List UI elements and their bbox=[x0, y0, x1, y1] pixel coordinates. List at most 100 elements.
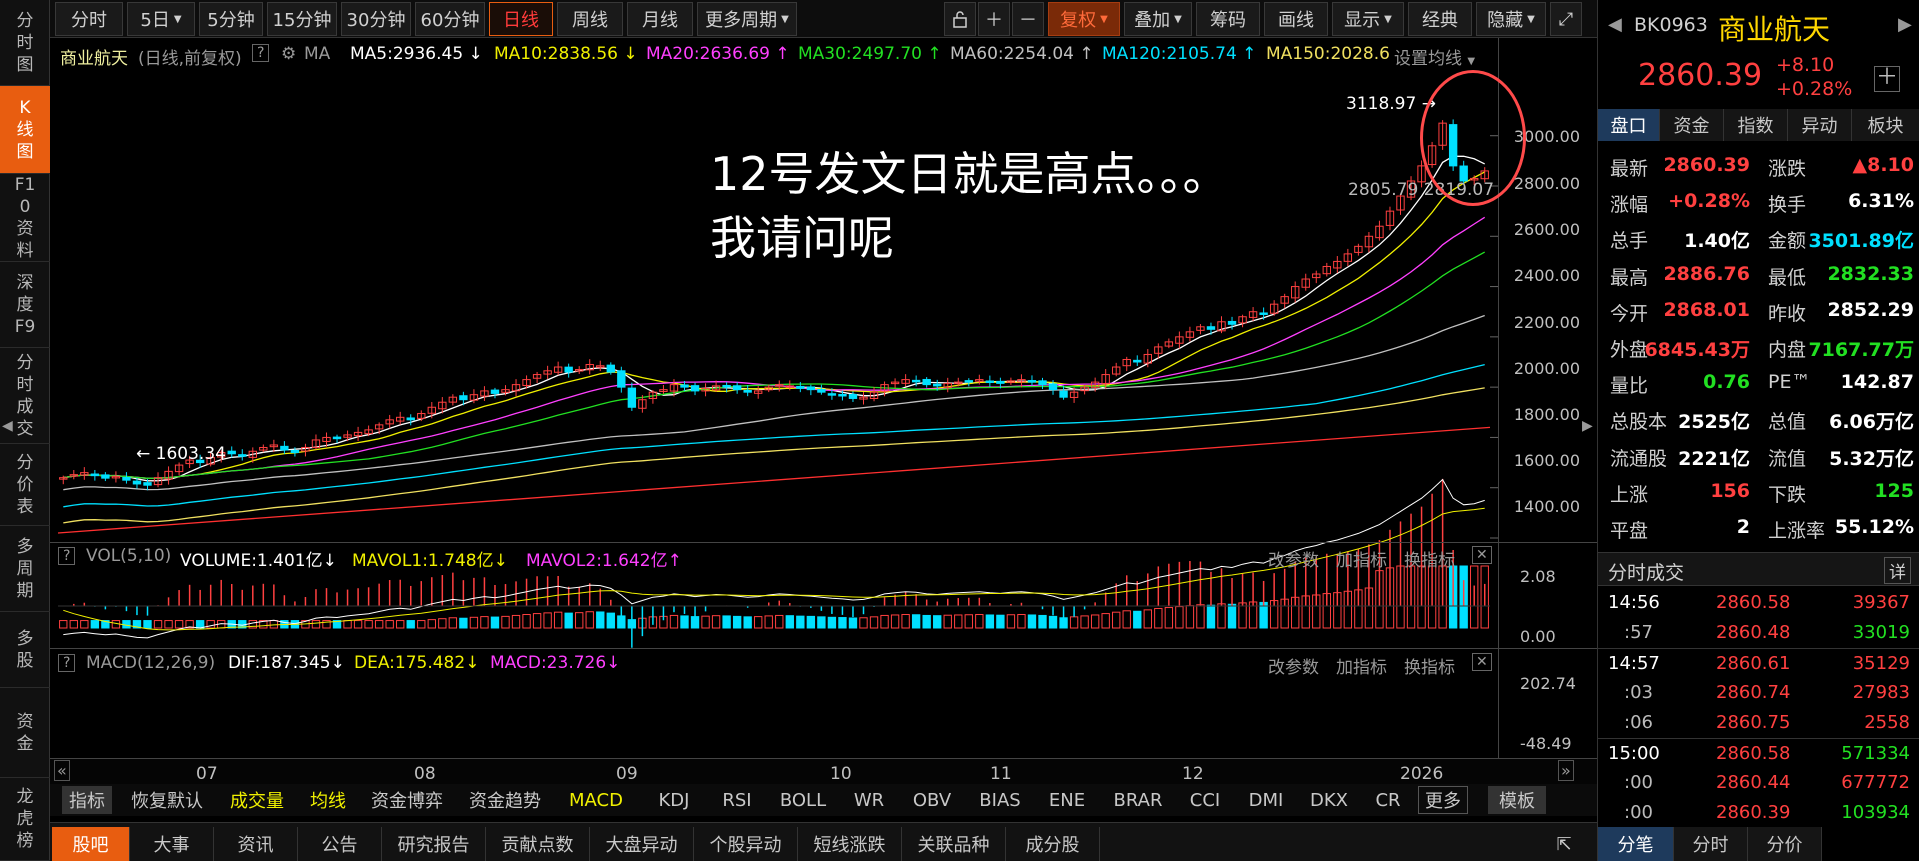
macd-add-indicator-button[interactable]: 加指标 bbox=[1336, 653, 1387, 678]
volume-bar bbox=[195, 620, 205, 629]
indicator-wr[interactable]: WR bbox=[844, 786, 894, 814]
indicator-tab-label[interactable]: 指标 bbox=[62, 786, 112, 814]
period-5day[interactable]: 5日 ▼ bbox=[127, 2, 195, 36]
right-bottom-tab-fenjia[interactable]: 分价 bbox=[1748, 827, 1822, 861]
vol-param-button[interactable]: 改参数 bbox=[1268, 546, 1319, 571]
indicator-dmi[interactable]: DMI bbox=[1240, 786, 1292, 814]
tab-fenshi[interactable]: 分时图 bbox=[0, 0, 50, 86]
bottom-tab-announcements[interactable]: 公告 bbox=[298, 827, 382, 861]
quote-label: 今开 bbox=[1610, 302, 1649, 325]
indicator-cr[interactable]: CR bbox=[1366, 786, 1410, 814]
bottom-tab-research[interactable]: 研究报告 bbox=[382, 827, 486, 861]
fuquan-dropdown[interactable]: 复权 ▼ bbox=[1048, 2, 1120, 36]
period-more[interactable]: 更多周期 ▼ bbox=[697, 2, 797, 36]
period-60min[interactable]: 60分钟 bbox=[415, 2, 485, 36]
draw-button[interactable]: 画线 bbox=[1264, 2, 1328, 36]
lock-icon[interactable] bbox=[944, 2, 976, 36]
vol-mavol2: MAVOL2:1.642亿↑ bbox=[526, 551, 682, 571]
tab-depth-f9[interactable]: 深度F9 bbox=[0, 262, 50, 348]
indicator-dkx[interactable]: DKX bbox=[1302, 786, 1356, 814]
ticks-detail-button[interactable]: 详 bbox=[1884, 557, 1911, 584]
tab-multi-period[interactable]: 多周期 bbox=[0, 526, 50, 612]
macd-param-button[interactable]: 改参数 bbox=[1268, 653, 1319, 678]
bottom-tab-related[interactable]: 关联品种 bbox=[902, 827, 1006, 861]
period-15min[interactable]: 15分钟 bbox=[267, 2, 337, 36]
chip-button[interactable]: 筹码 bbox=[1196, 2, 1260, 36]
indicator-brar[interactable]: BRAR bbox=[1106, 786, 1170, 814]
tab-multi-stock[interactable]: 多股 bbox=[0, 612, 50, 688]
candle-down bbox=[817, 388, 826, 393]
indicator-boll[interactable]: BOLL bbox=[772, 786, 834, 814]
indicator-fund-trend[interactable]: 资金趋势 bbox=[460, 786, 550, 814]
indicator-macd[interactable]: MACD bbox=[566, 786, 626, 814]
bottom-tab-contribution[interactable]: 贡献点数 bbox=[486, 827, 590, 861]
overlay-dropdown[interactable]: 叠加 ▼ bbox=[1124, 2, 1192, 36]
right-tab-moves[interactable]: 异动 bbox=[1788, 109, 1852, 141]
right-tab-funds[interactable]: 资金 bbox=[1660, 109, 1724, 141]
vol-help-icon[interactable]: ? bbox=[58, 547, 76, 565]
scroll-left-icon[interactable]: « bbox=[54, 760, 70, 781]
indicator-reset[interactable]: 恢复默认 bbox=[122, 786, 212, 814]
collapse-right-icon[interactable]: ▶ bbox=[1582, 418, 1593, 434]
right-bottom-tab-fenshi[interactable]: 分时 bbox=[1674, 827, 1748, 861]
classic-button[interactable]: 经典 bbox=[1408, 2, 1472, 36]
next-stock-icon[interactable]: ▶ bbox=[1898, 14, 1912, 35]
indicator-more[interactable]: 更多 bbox=[1418, 786, 1468, 814]
period-daily[interactable]: 日线 bbox=[489, 2, 553, 36]
tab-dragon-tiger[interactable]: 龙虎榜 bbox=[0, 778, 50, 861]
indicator-cci[interactable]: CCI bbox=[1180, 786, 1230, 814]
tab-funds[interactable]: 资金 bbox=[0, 688, 50, 778]
indicator-obv[interactable]: OBV bbox=[904, 786, 960, 814]
indicator-template[interactable]: 模板 bbox=[1488, 786, 1546, 814]
indicator-ma[interactable]: 均线 bbox=[300, 786, 356, 814]
period-30min[interactable]: 30分钟 bbox=[341, 2, 411, 36]
bottom-tab-events[interactable]: 大事 bbox=[130, 827, 214, 861]
bottom-tab-news[interactable]: 资讯 bbox=[214, 827, 298, 861]
scroll-right-icon[interactable]: » bbox=[1558, 760, 1574, 781]
hide-dropdown[interactable]: 隐藏 ▼ bbox=[1476, 2, 1546, 36]
tab-kline[interactable]: K线图 bbox=[0, 86, 50, 174]
candle-down bbox=[722, 384, 731, 388]
macd-swap-indicator-button[interactable]: 换指标 bbox=[1404, 653, 1455, 678]
vol-close-icon[interactable]: ✕ bbox=[1472, 546, 1492, 564]
bottom-tab-short-term[interactable]: 短线涨跌 bbox=[798, 827, 902, 861]
tab-price-table[interactable]: 分价表 bbox=[0, 444, 50, 526]
volume-bar bbox=[1027, 614, 1037, 629]
prev-stock-icon[interactable]: ◀ bbox=[1608, 14, 1622, 35]
right-tab-index[interactable]: 指数 bbox=[1724, 109, 1788, 141]
add-watchlist-icon[interactable]: ＋ bbox=[1874, 66, 1900, 92]
vol-add-indicator-button[interactable]: 加指标 bbox=[1336, 546, 1387, 571]
popout-icon[interactable]: ⇱ bbox=[1544, 827, 1584, 861]
bottom-tab-market-moves[interactable]: 大盘异动 bbox=[590, 827, 694, 861]
right-bottom-tab-fenbi[interactable]: 分笔 bbox=[1598, 827, 1674, 861]
fullscreen-icon[interactable]: ⤢ bbox=[1550, 2, 1582, 36]
volume-bar bbox=[911, 614, 921, 629]
indicator-bias[interactable]: BIAS bbox=[970, 786, 1030, 814]
macd-help-icon[interactable]: ? bbox=[58, 654, 76, 672]
tick-row: 14:57 2860.61 35129 bbox=[1598, 648, 1919, 678]
display-dropdown[interactable]: 显示 ▼ bbox=[1332, 2, 1404, 36]
quote-label: 流值 bbox=[1768, 447, 1807, 470]
bottom-tab-guba[interactable]: 股吧 bbox=[52, 827, 130, 861]
period-5min[interactable]: 5分钟 bbox=[199, 2, 263, 36]
zoom-out-icon[interactable]: － bbox=[1012, 2, 1044, 36]
indicator-volume[interactable]: 成交量 bbox=[220, 786, 294, 814]
tab-f10[interactable]: F10资料 bbox=[0, 174, 50, 262]
volume-bar bbox=[353, 620, 363, 629]
period-monthly[interactable]: 月线 bbox=[627, 2, 693, 36]
right-tab-pankou[interactable]: 盘口 bbox=[1598, 109, 1660, 141]
macd-close-icon[interactable]: ✕ bbox=[1472, 653, 1492, 671]
indicator-fund-game[interactable]: 资金博弈 bbox=[362, 786, 452, 814]
candle-down bbox=[227, 450, 236, 455]
bottom-tab-components[interactable]: 成分股 bbox=[1006, 827, 1100, 861]
zoom-in-icon[interactable]: ＋ bbox=[978, 2, 1010, 36]
period-fenshi[interactable]: 分时 bbox=[55, 2, 123, 36]
right-tab-sector[interactable]: 板块 bbox=[1852, 109, 1919, 141]
collapse-left-icon[interactable]: ◀ bbox=[2, 418, 13, 434]
indicator-ene[interactable]: ENE bbox=[1040, 786, 1094, 814]
bottom-tab-stock-moves[interactable]: 个股异动 bbox=[694, 827, 798, 861]
indicator-kdj[interactable]: KDJ bbox=[644, 786, 704, 814]
indicator-rsi[interactable]: RSI bbox=[712, 786, 762, 814]
period-weekly[interactable]: 周线 bbox=[557, 2, 623, 36]
vol-swap-indicator-button[interactable]: 换指标 bbox=[1404, 546, 1455, 571]
